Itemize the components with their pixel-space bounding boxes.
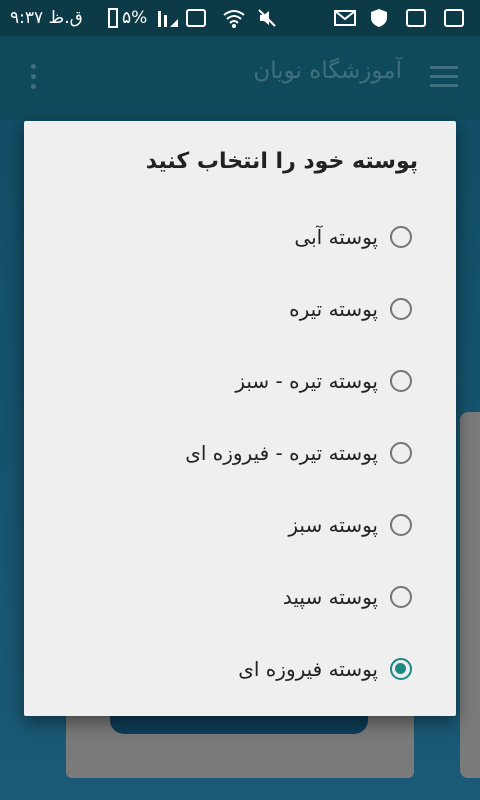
- app-bar: آموزشگاه نویان: [0, 36, 480, 120]
- option-blue-theme[interactable]: پوسته آبی: [32, 209, 412, 265]
- app-title: آموزشگاه نویان: [253, 58, 402, 84]
- option-dark-theme[interactable]: پوسته تیره: [32, 281, 412, 337]
- hamburger-icon[interactable]: [430, 66, 458, 88]
- battery-icon: [108, 0, 118, 36]
- option-label: پوسته تیره: [289, 297, 378, 321]
- radio-button[interactable]: [390, 226, 412, 248]
- wifi-icon: [222, 0, 246, 36]
- background-card-right: [460, 412, 480, 778]
- option-label: پوسته سپید: [282, 585, 378, 609]
- option-label: پوسته فیروزه ای: [238, 657, 378, 681]
- radio-button[interactable]: [390, 442, 412, 464]
- mail-icon: [334, 0, 356, 36]
- dialog-title: پوسته خود را انتخاب کنید: [145, 149, 418, 174]
- option-label: پوسته آبی: [294, 225, 378, 249]
- radio-button[interactable]: [390, 370, 412, 392]
- shield-icon: [370, 0, 388, 36]
- theme-dialog: پوسته خود را انتخاب کنید پوسته آبی پوسته…: [24, 121, 456, 716]
- dollar-icon: [406, 0, 426, 36]
- more-vert-icon[interactable]: [28, 64, 38, 94]
- signal-icon: [156, 0, 180, 36]
- radio-button[interactable]: [390, 514, 412, 536]
- battery-percent: ۵%: [122, 8, 148, 28]
- option-label: پوسته تیره - فیروزه ای: [185, 441, 378, 465]
- option-label: پوسته تیره - سبز: [235, 369, 378, 393]
- option-green-theme[interactable]: پوسته سبز: [32, 497, 412, 553]
- radio-button-checked[interactable]: [390, 658, 412, 680]
- option-dark-green-theme[interactable]: پوسته تیره - سبز: [32, 353, 412, 409]
- option-white-theme[interactable]: پوسته سپید: [32, 569, 412, 625]
- image-icon: [444, 0, 464, 36]
- mute-icon: [256, 0, 278, 36]
- status-bar: ۹:۳۷ ق.ظ ۵%: [0, 0, 480, 36]
- radio-button[interactable]: [390, 586, 412, 608]
- option-dark-turquoise-theme[interactable]: پوسته تیره - فیروزه ای: [32, 425, 412, 481]
- radio-button[interactable]: [390, 298, 412, 320]
- option-turquoise-theme[interactable]: پوسته فیروزه ای: [32, 641, 412, 697]
- app-icon: [186, 0, 206, 36]
- status-time: ۹:۳۷ ق.ظ: [10, 8, 83, 28]
- option-label: پوسته سبز: [288, 513, 378, 537]
